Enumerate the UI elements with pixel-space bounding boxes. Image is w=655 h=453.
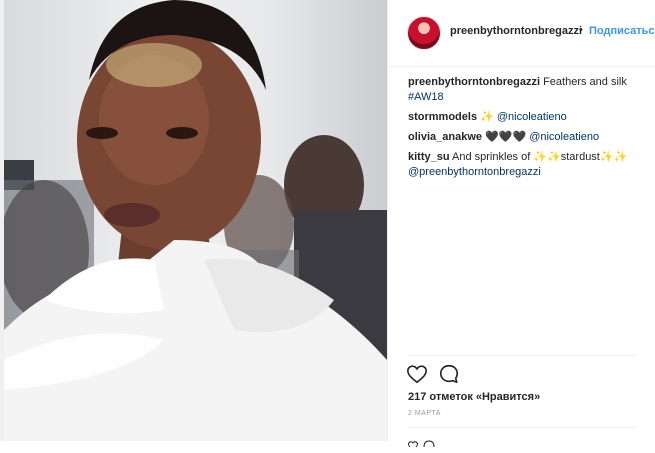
comment-mention[interactable]: @nicoleatieno bbox=[529, 131, 599, 143]
post-date: 2 марта bbox=[408, 410, 441, 417]
post-caption: preenbythorntonbregazzi Feathers and sil… bbox=[408, 75, 648, 105]
profile-avatar[interactable] bbox=[407, 16, 441, 50]
next-post-preview bbox=[408, 435, 448, 448]
actions-divider bbox=[408, 355, 636, 356]
post-sidebar: preenbythorntonbregazzi • Подписаться pr… bbox=[387, 0, 655, 448]
caption-hashtag[interactable]: #AW18 bbox=[408, 91, 444, 103]
caption-username[interactable]: preenbythorntonbregazzi bbox=[408, 76, 540, 88]
likes-count[interactable]: 217 отметок «Нравится» bbox=[408, 391, 540, 403]
comment-mention[interactable]: @nicoleatieno bbox=[497, 111, 567, 123]
comment-username[interactable]: olivia_anakwe bbox=[408, 131, 482, 143]
comment-username[interactable]: kitty_su bbox=[408, 151, 450, 163]
comment-text: And sprinkles of ✨✨stardust✨✨ bbox=[449, 151, 628, 163]
comment-item: stormmodels ✨ @nicoleatieno bbox=[408, 110, 648, 125]
post-header: preenbythorntonbregazzi • Подписаться bbox=[388, 0, 655, 67]
comment-text: 🖤🖤🖤 bbox=[482, 131, 530, 143]
comment-item: olivia_anakwe 🖤🖤🖤 @nicoleatieno bbox=[408, 130, 648, 145]
heart-icon[interactable] bbox=[406, 363, 428, 385]
comment-text: ✨ bbox=[477, 111, 497, 123]
bottom-divider bbox=[408, 427, 636, 428]
comment-item: kitty_su And sprinkles of ✨✨stardust✨✨ @… bbox=[408, 150, 648, 180]
follow-button[interactable]: Подписаться bbox=[589, 25, 655, 37]
comments-section: preenbythorntonbregazzi Feathers and sil… bbox=[408, 75, 648, 180]
header-username[interactable]: preenbythorntonbregazzi bbox=[450, 25, 582, 37]
post-photo-image bbox=[4, 0, 387, 441]
comment-username[interactable]: stormmodels bbox=[408, 111, 477, 123]
comment-mention[interactable]: @preenbythorntonbregazzi bbox=[408, 166, 541, 178]
post-photo[interactable] bbox=[4, 0, 387, 441]
header-separator: • bbox=[579, 24, 583, 36]
caption-text: Feathers and silk bbox=[540, 76, 627, 88]
comment-bubble-icon[interactable] bbox=[438, 363, 460, 385]
